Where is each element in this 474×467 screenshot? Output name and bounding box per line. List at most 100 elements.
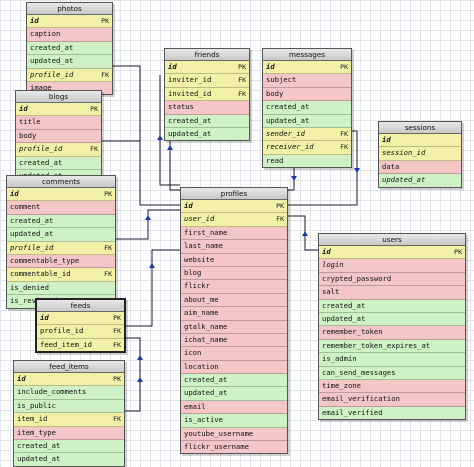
- column-row[interactable]: created_at: [14, 439, 124, 454]
- column-row[interactable]: id PK: [181, 200, 287, 214]
- column-row[interactable]: email_verification: [319, 393, 465, 407]
- column-row[interactable]: is_active: [181, 414, 287, 428]
- column-name: body: [19, 130, 37, 140]
- column-row[interactable]: commentable_type: [7, 254, 115, 269]
- column-row[interactable]: id PK: [37, 312, 124, 326]
- column-name: time_zone: [322, 380, 361, 390]
- column-row[interactable]: website: [181, 253, 287, 267]
- column-row[interactable]: read: [263, 154, 351, 168]
- table-feeds[interactable]: feeds id PK profile_id FK feed_item_id FK: [35, 298, 126, 354]
- column-row[interactable]: data: [379, 160, 461, 175]
- column-row[interactable]: profile_id FK: [7, 241, 115, 255]
- column-name: title: [19, 117, 41, 127]
- column-row[interactable]: commentable_id FK: [7, 268, 115, 282]
- column-name: salt: [322, 287, 340, 297]
- column-row[interactable]: inviter_id FK: [165, 74, 249, 88]
- column-row[interactable]: location: [181, 360, 287, 375]
- column-row[interactable]: profile_id FK: [27, 68, 112, 82]
- key-badge: FK: [340, 129, 348, 138]
- column-row[interactable]: id PK: [319, 246, 465, 260]
- column-row[interactable]: id: [379, 134, 461, 148]
- column-row[interactable]: subject: [263, 74, 351, 88]
- table-profiles[interactable]: profiles id PK user_id FK first_name last_name…: [180, 187, 288, 455]
- column-row[interactable]: title: [16, 116, 101, 130]
- column-row[interactable]: updated_at: [14, 453, 124, 466]
- table-photos[interactable]: photos id PK caption created_at updated_at pro…: [26, 2, 113, 96]
- table-blogs[interactable]: blogs id PK title body profile_id FK created_at…: [15, 90, 102, 184]
- column-row[interactable]: is_public: [14, 399, 124, 414]
- column-row[interactable]: blog: [181, 266, 287, 281]
- column-row[interactable]: flickr_username: [181, 441, 287, 454]
- column-row[interactable]: id PK: [7, 188, 115, 202]
- column-row[interactable]: time_zone: [319, 379, 465, 394]
- column-row[interactable]: updated_at: [181, 387, 287, 401]
- column-row[interactable]: body: [263, 87, 351, 102]
- column-row[interactable]: can_send_messages: [319, 366, 465, 380]
- column-row[interactable]: session_id: [379, 147, 461, 161]
- column-row[interactable]: about_me: [181, 293, 287, 308]
- column-row[interactable]: login: [319, 259, 465, 273]
- column-row[interactable]: include_comments: [14, 386, 124, 400]
- column-row[interactable]: is_denied: [7, 281, 115, 296]
- column-row[interactable]: comment: [7, 201, 115, 215]
- column-row[interactable]: item_id FK: [14, 413, 124, 427]
- column-row[interactable]: feed_item_id FK: [37, 338, 124, 352]
- table-users[interactable]: users id PK login crypted_password salt create…: [318, 233, 466, 421]
- column-row[interactable]: ichat_name: [181, 333, 287, 348]
- column-row[interactable]: created_at: [27, 41, 112, 56]
- column-row[interactable]: updated_at: [319, 312, 465, 327]
- column-row[interactable]: created_at: [165, 114, 249, 128]
- column-row[interactable]: crypted_password: [319, 272, 465, 287]
- column-row[interactable]: is_admin: [319, 353, 465, 367]
- table-feed-items[interactable]: feed_items id PK include_comments is_public i…: [13, 360, 125, 467]
- column-row[interactable]: salt: [319, 286, 465, 300]
- column-name: sender_id: [266, 128, 305, 138]
- column-row[interactable]: updated_at: [379, 174, 461, 187]
- column-row[interactable]: invited_id FK: [165, 87, 249, 102]
- column-row[interactable]: id PK: [263, 61, 351, 75]
- column-row[interactable]: aim_name: [181, 307, 287, 321]
- key-badge: FK: [104, 270, 112, 279]
- column-row[interactable]: icon: [181, 347, 287, 361]
- column-row[interactable]: item_type: [14, 426, 124, 440]
- column-row[interactable]: id PK: [27, 15, 112, 29]
- column-row[interactable]: id PK: [14, 373, 124, 387]
- table-comments[interactable]: comments id PK comment created_at updated_at p…: [6, 175, 116, 309]
- column-row[interactable]: created_at: [181, 374, 287, 388]
- column-row[interactable]: gtalk_name: [181, 320, 287, 334]
- column-row[interactable]: updated_at: [7, 228, 115, 242]
- column-row[interactable]: user_id FK: [181, 213, 287, 227]
- column-row[interactable]: created_at: [16, 156, 101, 170]
- column-row[interactable]: created_at: [263, 101, 351, 115]
- column-row[interactable]: profile_id FK: [37, 325, 124, 339]
- column-row[interactable]: updated_at: [27, 55, 112, 69]
- column-name: can_send_messages: [322, 367, 396, 377]
- column-row[interactable]: updated_at: [165, 127, 249, 141]
- column-row[interactable]: email: [181, 400, 287, 415]
- column-name: profile_id: [40, 326, 84, 336]
- column-name: item_type: [17, 427, 56, 437]
- table-friends[interactable]: friends id PK inviter_id FK invited_id FK statu…: [164, 48, 250, 142]
- column-row[interactable]: receiver_id FK: [263, 141, 351, 155]
- column-row[interactable]: caption: [27, 28, 112, 42]
- column-row[interactable]: updated_at: [263, 114, 351, 128]
- column-row[interactable]: remember_token_expires_at: [319, 339, 465, 354]
- column-row[interactable]: id PK: [165, 61, 249, 75]
- column-row[interactable]: created_at: [7, 214, 115, 229]
- column-row[interactable]: body: [16, 129, 101, 144]
- table-sessions[interactable]: sessions id session_id data updated_at: [378, 121, 462, 188]
- column-row[interactable]: sender_id FK: [263, 127, 351, 142]
- column-row[interactable]: profile_id FK: [16, 143, 101, 157]
- column-row[interactable]: first_name: [181, 226, 287, 241]
- table-messages[interactable]: messages id PK subject body created_at updated…: [262, 48, 352, 169]
- column-row[interactable]: last_name: [181, 240, 287, 254]
- column-row[interactable]: status: [165, 101, 249, 115]
- column-row[interactable]: flickr: [181, 280, 287, 294]
- column-row[interactable]: youtube_username: [181, 427, 287, 442]
- key-badge: PK: [90, 105, 98, 113]
- column-row[interactable]: email_verified: [319, 406, 465, 420]
- column-name: created_at: [30, 42, 74, 52]
- column-row[interactable]: remember_token: [319, 326, 465, 340]
- column-row[interactable]: id PK: [16, 103, 101, 117]
- column-row[interactable]: created_at: [319, 299, 465, 313]
